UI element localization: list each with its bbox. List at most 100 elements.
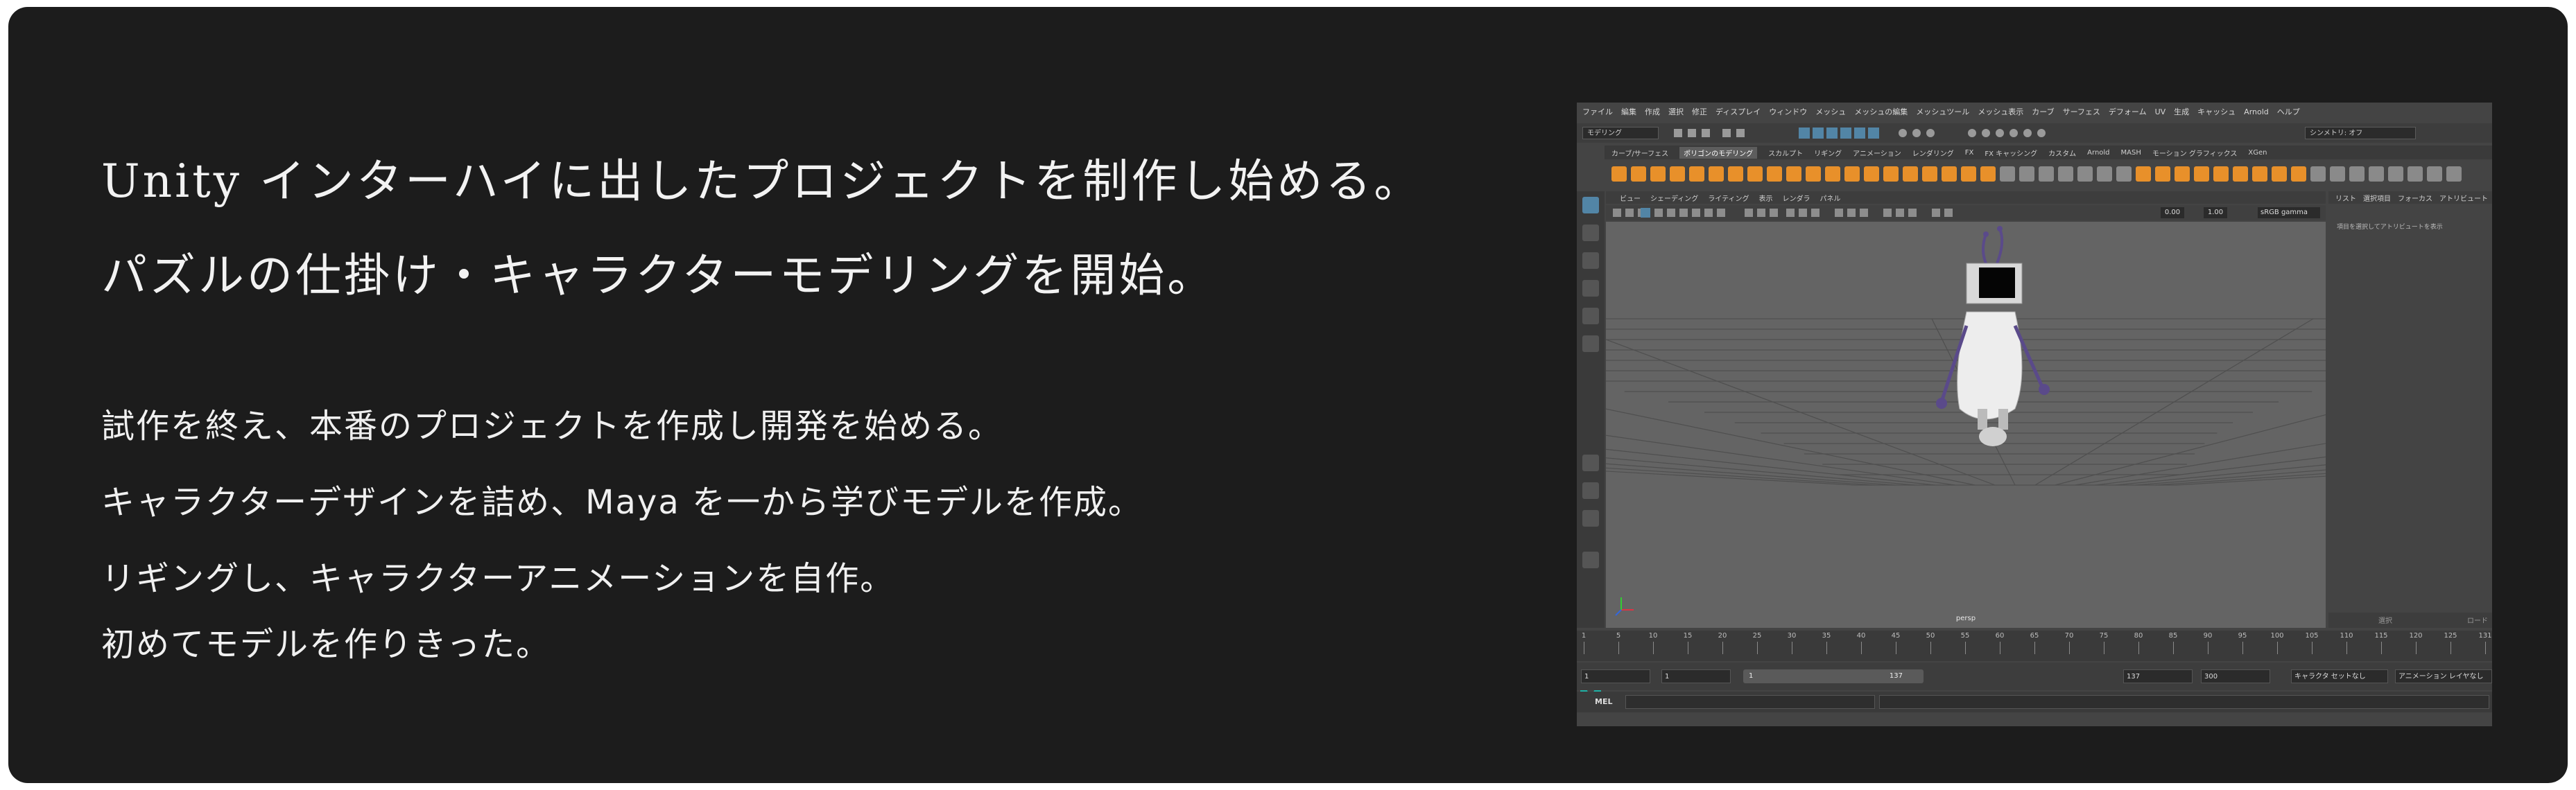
shelf-tool-icon[interactable] [2116,166,2132,182]
load-button[interactable]: ロード [2467,615,2488,625]
select-button[interactable]: 選択 [2378,615,2392,625]
mel-input[interactable] [1625,695,1875,709]
shelf-tool-icon[interactable] [1961,166,1976,182]
shelf-tool-icon[interactable] [2077,166,2093,182]
shelf-tab-8[interactable]: カスタム [2048,148,2076,158]
shelf-tool-icon[interactable] [2427,166,2442,182]
attr-tab-0[interactable]: リスト [2335,193,2356,203]
shelf-tool-icon[interactable] [2349,166,2365,182]
shelf-tool-icon[interactable] [2058,166,2073,182]
shelf-tool-icon[interactable] [2388,166,2403,182]
menu-item-7[interactable]: メッシュ [1815,106,1846,117]
shelf-tab-9[interactable]: Arnold [2087,149,2109,157]
menu-item-15[interactable]: 生成 [2174,106,2189,117]
panel-menu-item-1[interactable]: シェーディング [1650,193,1698,203]
shelf-tab-11[interactable]: モーション グラフィックス [2152,148,2237,158]
menu-item-9[interactable]: メッシュツール [1916,106,1969,117]
shelf-tool-icon[interactable] [2155,166,2170,182]
menu-item-17[interactable]: Arnold [2244,107,2269,116]
shelf-tool-icon[interactable] [2252,166,2267,182]
color-space-select[interactable]: sRGB gamma [2258,207,2320,218]
menu-item-8[interactable]: メッシュの編集 [1854,106,1908,117]
rotate-tool-icon[interactable] [1582,308,1599,324]
shelf-tool-icon[interactable] [1980,166,1996,182]
menu-item-5[interactable]: ディスプレイ [1715,106,1761,117]
range-start-inner-field[interactable]: 1 [1661,669,1731,683]
menu-item-0[interactable]: ファイル [1582,106,1613,117]
shelf-tool-icon[interactable] [2039,166,2054,182]
character-set-select[interactable]: キャラクタ セットなし [2291,669,2388,683]
menu-item-16[interactable]: キャッシュ [2197,106,2236,117]
shelf-tool-icon[interactable] [1825,166,1840,182]
shelf-tab-7[interactable]: FX キャッシング [1985,148,2037,158]
shelf-tool-icon[interactable] [1670,166,1685,182]
panel-menu-item-0[interactable]: ビュー [1620,193,1641,203]
menu-item-12[interactable]: サーフェス [2063,106,2100,117]
select-tool-icon[interactable] [1582,197,1599,213]
shelf-tool-icon[interactable] [2272,166,2287,182]
shelf-tool-icon[interactable] [2369,166,2384,182]
shelf-tool-icon[interactable] [2213,166,2229,182]
shelf-tab-2[interactable]: スカルプト [1768,148,1803,158]
shelf-tool-icon[interactable] [1728,166,1743,182]
shelf-tool-icon[interactable] [1922,166,1937,182]
panel-menu-item-3[interactable]: 表示 [1759,193,1773,203]
shelf-tool-icon[interactable] [2097,166,2112,182]
outliner-view-icon[interactable] [1582,552,1599,568]
shelf-tab-6[interactable]: FX [1965,149,1974,157]
menu-item-1[interactable]: 編集 [1621,106,1636,117]
playback-range-bar[interactable]: 1 137 [1743,669,1924,683]
shelf-tool-icon[interactable] [2175,166,2190,182]
shelf-tab-1[interactable]: ポリゴンのモデリング [1679,146,1758,159]
menu-item-3[interactable]: 選択 [1668,106,1684,117]
exposure-field[interactable]: 0.00 [2161,207,2184,218]
shelf-tool-icon[interactable] [2019,166,2034,182]
menu-item-6[interactable]: ウィンドウ [1769,106,1807,117]
scale-tool-icon[interactable] [1582,335,1599,352]
menu-item-11[interactable]: カーブ [2032,106,2054,117]
shelf-tool-icon[interactable] [2000,166,2015,182]
shelf-tool-icon[interactable] [1786,166,1801,182]
range-end-field[interactable]: 300 [2201,669,2270,683]
shelf-tool-icon[interactable] [1806,166,1821,182]
shelf-tool-icon[interactable] [2194,166,2209,182]
lasso-tool-icon[interactable] [1582,225,1599,241]
shelf-tool-icon[interactable] [1883,166,1899,182]
attr-tab-2[interactable]: フォーカス [2398,193,2432,203]
menu-item-4[interactable]: 修正 [1692,106,1707,117]
single-view-icon[interactable] [1582,455,1599,471]
panel-menu-item-4[interactable]: レンダラ [1783,193,1810,203]
shelf-tool-icon[interactable] [2446,166,2462,182]
menu-item-10[interactable]: メッシュ表示 [1978,106,2023,117]
range-start-field[interactable]: 1 [1581,669,1650,683]
shelf-tool-icon[interactable] [1747,166,1763,182]
paint-select-icon[interactable] [1582,252,1599,269]
menu-item-14[interactable]: UV [2155,107,2166,116]
panel-menu-item-5[interactable]: パネル [1820,193,1841,203]
shelf-tool-icon[interactable] [1611,166,1627,182]
shelf-tool-icon[interactable] [1650,166,1666,182]
shelf-tool-icon[interactable] [2408,166,2423,182]
shelf-tool-icon[interactable] [1864,166,1879,182]
shelf-tool-icon[interactable] [1689,166,1704,182]
gamma-field[interactable]: 1.00 [2204,207,2227,218]
menu-item-13[interactable]: デフォーム [2109,106,2147,117]
panel-menu-item-2[interactable]: ライティング [1708,193,1749,203]
shelf-tab-0[interactable]: カーブ/サーフェス [1611,148,1668,158]
shelf-tool-icon[interactable] [2233,166,2248,182]
attr-tab-3[interactable]: アトリビュート [2439,193,2488,203]
shelf-tab-10[interactable]: MASH [2121,149,2141,157]
menu-item-18[interactable]: ヘルプ [2277,106,2300,117]
shelf-tool-icon[interactable] [2310,166,2326,182]
shelf-tool-icon[interactable] [2330,166,2345,182]
attr-tab-1[interactable]: 選択項目 [2363,193,2391,203]
two-view-icon[interactable] [1582,510,1599,527]
time-slider[interactable]: 1 5 10 15 20 25 30 35 40 45 50 55 60 65 70 75 80 85 90 95 10… [1577,631,2492,661]
perspective-viewport[interactable]: persp [1606,222,2326,628]
range-end-inner-field[interactable]: 137 [2123,669,2193,683]
shelf-tab-5[interactable]: レンダリング [1912,148,1954,158]
shelf-tool-icon[interactable] [1709,166,1724,182]
four-view-icon[interactable] [1582,482,1599,499]
shelf-tool-icon[interactable] [1631,166,1646,182]
shelf-tab-3[interactable]: リギング [1814,148,1842,158]
